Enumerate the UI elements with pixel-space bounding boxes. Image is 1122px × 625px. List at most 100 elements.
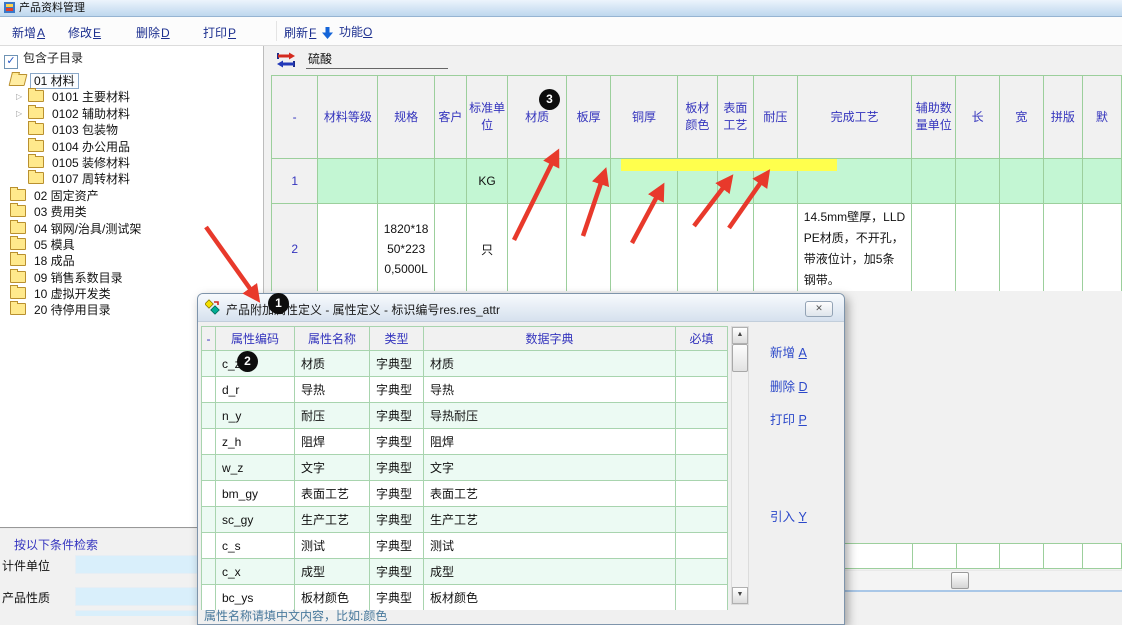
cell-r1-c0[interactable]: 1 [272,159,318,204]
column-header-2[interactable]: 规格 [378,76,434,159]
cell-r2-c3[interactable] [434,204,466,292]
bottom-cell-14[interactable] [1000,544,1044,569]
attr-cell-sc_gy-0[interactable] [202,507,216,533]
dialog-close-button[interactable]: ✕ [805,301,833,317]
column-header-5[interactable]: 材质 [508,76,567,159]
column-header-6[interactable]: 板厚 [567,76,611,159]
attr-cell-w_z-3[interactable]: 字典型 [370,455,424,481]
menu-item-d[interactable]: 删除D [136,24,170,41]
menu-item-a[interactable]: 新增A [12,24,45,41]
attr-cell-c_s-2[interactable]: 测试 [295,533,370,559]
attr-cell-c_s-0[interactable] [202,533,216,559]
column-header-4[interactable]: 标准单位 [467,76,508,159]
cell-r1-c6[interactable] [567,159,611,204]
dialog-column-header-2[interactable]: 属性名称 [295,327,370,351]
attr-cell-c_z-2[interactable]: 材质 [295,351,370,377]
attr-cell-z_h-1[interactable]: z_h [216,429,295,455]
dialog-button-p[interactable]: 打印 P [770,409,807,428]
expand-arrow-icon[interactable]: ▷ [16,106,22,122]
attr-cell-n_y-3[interactable]: 字典型 [370,403,424,429]
tree-item-04[interactable]: 04 钢网/治具/测试架 [0,221,263,237]
dialog-column-header-5[interactable]: 必填 [676,327,728,351]
attr-cell-sc_gy-1[interactable]: sc_gy [216,507,295,533]
tree-item-0107[interactable]: 0107 周转材料 [0,171,263,187]
column-header-16[interactable]: 默 [1082,76,1121,159]
menu-item-p[interactable]: 打印P [203,24,236,41]
attr-cell-n_y-1[interactable]: n_y [216,403,295,429]
cell-r2-c5[interactable] [508,204,567,292]
cell-r2-c12[interactable] [912,204,956,292]
attr-cell-c_s-3[interactable]: 字典型 [370,533,424,559]
menu-item-e[interactable]: 修改E [68,24,101,41]
attr-cell-c_x-3[interactable]: 字典型 [370,559,424,585]
filter-input-partial[interactable] [75,610,199,616]
filter-input-1[interactable] [75,587,199,606]
column-header-11[interactable]: 完成工艺 [797,76,912,159]
attr-cell-w_z-1[interactable]: w_z [216,455,295,481]
tree-item-18[interactable]: 18 成品 [0,253,263,269]
attr-cell-bm_gy-4[interactable]: 表面工艺 [424,481,676,507]
tree-item-01[interactable]: 01 材料 [0,73,263,89]
expand-arrow-icon[interactable]: ▷ [16,89,22,105]
cell-r1-c3[interactable] [434,159,466,204]
attr-cell-d_r-5[interactable] [676,377,728,403]
attr-cell-c_z-5[interactable] [676,351,728,377]
attr-cell-bm_gy-5[interactable] [676,481,728,507]
dialog-column-header-4[interactable]: 数据字典 [424,327,676,351]
cell-r2-c14[interactable] [1000,204,1044,292]
attr-cell-c_s-5[interactable] [676,533,728,559]
column-header-1[interactable]: 材料等级 [318,76,378,159]
bottom-cell-13[interactable] [956,544,1000,569]
cell-r1-c13[interactable] [956,159,1000,204]
search-input[interactable] [306,48,448,69]
attr-cell-sc_gy-3[interactable]: 字典型 [370,507,424,533]
attr-cell-bm_gy-2[interactable]: 表面工艺 [295,481,370,507]
bottom-cell-15[interactable] [1044,544,1083,569]
attr-cell-z_h-3[interactable]: 字典型 [370,429,424,455]
cell-r2-c4[interactable]: 只 [467,204,508,292]
attr-cell-bc_ys-4[interactable]: 板材颜色 [424,585,676,611]
column-header-3[interactable]: 客户 [434,76,466,159]
attr-cell-c_z-1[interactable]: c_z [216,351,295,377]
scroll-down-icon[interactable]: ▼ [732,587,748,604]
cell-r2-c0[interactable]: 2 [272,204,318,292]
attr-cell-w_z-0[interactable] [202,455,216,481]
attr-cell-z_h-4[interactable]: 阻焊 [424,429,676,455]
attr-cell-w_z-4[interactable]: 文字 [424,455,676,481]
column-header-8[interactable]: 板材颜色 [677,76,717,159]
column-header-14[interactable]: 宽 [1000,76,1044,159]
dialog-scrollbar-thumb[interactable] [732,344,748,372]
attr-cell-z_h-2[interactable]: 阻焊 [295,429,370,455]
cell-r1-c14[interactable] [1000,159,1044,204]
attr-cell-bm_gy-3[interactable]: 字典型 [370,481,424,507]
bottom-cell-16[interactable] [1083,544,1122,569]
scroll-up-icon[interactable]: ▲ [732,327,748,344]
tree-item-03[interactable]: 03 费用类 [0,204,263,220]
cell-r2-c9[interactable] [717,204,753,292]
cell-r1-c5[interactable] [508,159,567,204]
column-header-0[interactable]: - [272,76,318,159]
dialog-vertical-scrollbar[interactable]: ▲ ▼ [731,326,749,605]
attr-cell-c_x-4[interactable]: 成型 [424,559,676,585]
attr-cell-c_s-4[interactable]: 测试 [424,533,676,559]
attr-cell-c_x-0[interactable] [202,559,216,585]
tree-item-09[interactable]: 09 销售系数目录 [0,270,263,286]
dialog-button-a[interactable]: 新增 A [770,342,807,361]
cell-r2-c16[interactable] [1082,204,1121,292]
attr-cell-n_y-4[interactable]: 导热耐压 [424,403,676,429]
cell-r1-c15[interactable] [1043,159,1082,204]
menu-item-function[interactable]: 功能O [322,23,372,40]
attr-cell-d_r-3[interactable]: 字典型 [370,377,424,403]
attr-cell-d_r-2[interactable]: 导热 [295,377,370,403]
attr-cell-bc_ys-5[interactable] [676,585,728,611]
column-header-9[interactable]: 表面工艺 [717,76,753,159]
attr-cell-n_y-5[interactable] [676,403,728,429]
attr-cell-w_z-2[interactable]: 文字 [295,455,370,481]
menu-item-f[interactable]: 刷新F [284,24,316,41]
attr-cell-n_y-2[interactable]: 耐压 [295,403,370,429]
attr-cell-sc_gy-5[interactable] [676,507,728,533]
column-header-15[interactable]: 拼版 [1043,76,1082,159]
include-sub-checkbox[interactable]: ✓包含子目录 [4,51,83,67]
attr-cell-w_z-5[interactable] [676,455,728,481]
attr-cell-z_h-5[interactable] [676,429,728,455]
